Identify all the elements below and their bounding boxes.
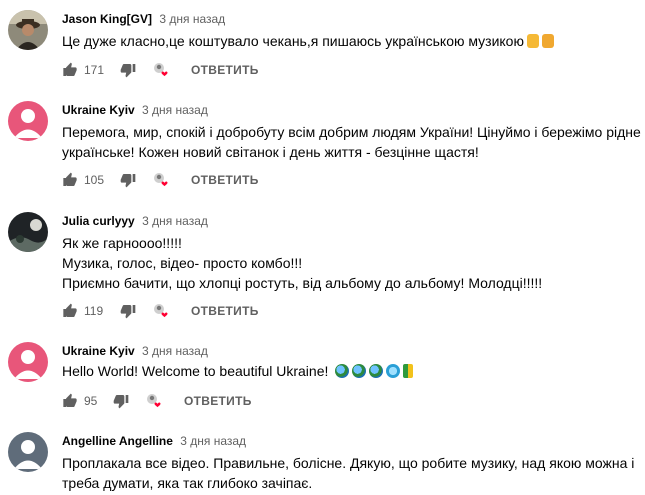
comment-line: Приємно бачити, що хлопці ростуть, від а… — [62, 275, 543, 291]
heart-icon — [147, 394, 161, 408]
avatar[interactable] — [8, 10, 48, 50]
globe-emoji — [335, 364, 350, 378]
dislike-button[interactable] — [120, 301, 136, 321]
comment-header: Angelline Angelline 3 дня назад — [62, 434, 246, 448]
comment-line: Hello World! Welcome to beautiful Ukrain… — [62, 363, 329, 379]
author-name[interactable]: Ukraine Kyiv — [62, 103, 135, 117]
comment-line: Музика, голос, відео- просто комбо!!! — [62, 255, 303, 271]
comment-time[interactable]: 3 дня назад — [180, 434, 246, 448]
globe-emoji — [369, 364, 384, 378]
thumbs-down-icon — [120, 305, 136, 319]
reply-button[interactable]: ОТВЕТИТЬ — [191, 173, 259, 187]
thumbs-up-icon — [63, 393, 77, 407]
like-count: 119 — [84, 304, 104, 318]
thumbs-down-icon — [120, 64, 136, 78]
globe-meridians-emoji — [386, 364, 401, 378]
comment-line: треба думати, яка так глибоко зачіпає. — [62, 475, 313, 491]
author-name[interactable]: Angelline Angelline — [62, 434, 173, 448]
thumbs-up-emoji — [526, 34, 539, 48]
comment-time[interactable]: 3 дня назад — [142, 214, 208, 228]
comment-time[interactable]: 3 дня назад — [142, 344, 208, 358]
comment-line: Перемога, мир, спокій і добробуту всім д… — [62, 124, 645, 140]
avatar[interactable] — [8, 101, 48, 141]
creator-heart — [152, 170, 170, 190]
comment-line: Це дуже класно,це коштувало чекань,я пиш… — [62, 33, 524, 49]
like-count: 171 — [84, 63, 105, 77]
dislike-button[interactable] — [120, 170, 136, 190]
like-button[interactable] — [62, 60, 78, 80]
reply-button[interactable]: ОТВЕТИТЬ — [191, 63, 259, 77]
heart-icon — [154, 63, 168, 77]
beginner-badge-emoji — [403, 364, 414, 378]
creator-heart — [152, 60, 170, 80]
heart-icon — [154, 173, 168, 187]
reply-button[interactable]: ОТВЕТИТЬ — [184, 394, 252, 408]
thumbs-down-icon — [120, 174, 136, 188]
thumbs-down-icon — [113, 395, 129, 409]
comment-header: Ukraine Kyiv 3 дня назад — [62, 103, 208, 117]
flexed-biceps-emoji — [541, 34, 554, 48]
author-name[interactable]: Jason King[GV] — [62, 12, 152, 26]
thumbs-up-icon — [63, 303, 77, 317]
author-name[interactable]: Julia curlyyy — [62, 214, 135, 228]
dislike-button[interactable] — [113, 391, 129, 411]
comment-text: Проплакала все відео. Правильне, болісне… — [62, 453, 637, 493]
comment-header: Jason King[GV] 3 дня назад — [62, 12, 225, 26]
comment-text: Це дуже класно,це коштувало чекань,я пиш… — [62, 31, 637, 51]
thumbs-up-icon — [63, 62, 77, 76]
comment-time[interactable]: 3 дня назад — [159, 12, 225, 26]
like-button[interactable] — [62, 301, 78, 321]
avatar[interactable] — [8, 212, 48, 252]
comment-text: Перемога, мир, спокій і добробуту всім д… — [62, 122, 645, 162]
comment-line: Як же гарноооо!!!!! — [62, 235, 182, 251]
comment-header: Ukraine Kyiv 3 дня назад — [62, 344, 208, 358]
comment-header: Julia curlyyy 3 дня назад — [62, 214, 208, 228]
creator-heart — [145, 391, 163, 411]
thumbs-up-icon — [63, 172, 77, 186]
avatar[interactable] — [8, 432, 48, 472]
like-count: 95 — [84, 394, 98, 408]
comment-line: українське! Кожен новий світанок і день … — [62, 144, 479, 160]
comment-text: Hello World! Welcome to beautiful Ukrain… — [62, 361, 637, 381]
comment-time[interactable]: 3 дня назад — [142, 103, 208, 117]
like-count: 105 — [84, 173, 105, 187]
reply-button[interactable]: ОТВЕТИТЬ — [191, 304, 259, 318]
author-name[interactable]: Ukraine Kyiv — [62, 344, 135, 358]
dislike-button[interactable] — [120, 60, 136, 80]
avatar[interactable] — [8, 342, 48, 382]
heart-icon — [154, 304, 168, 318]
creator-heart — [152, 301, 170, 321]
comment-text: Як же гарноооо!!!!! Музика, голос, відео… — [62, 233, 637, 293]
comment-line: Проплакала все відео. Правильне, болісне… — [62, 455, 635, 471]
like-button[interactable] — [62, 170, 78, 190]
like-button[interactable] — [62, 391, 78, 411]
globe-emoji — [352, 364, 367, 378]
